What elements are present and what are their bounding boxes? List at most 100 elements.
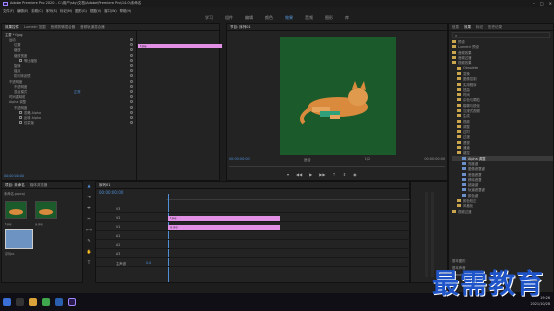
tab-markers[interactable]: 标记 <box>476 25 483 30</box>
reset-icon[interactable] <box>130 100 133 104</box>
type-tool-icon[interactable]: T <box>88 260 90 265</box>
workspace-assembly[interactable]: 组件 <box>225 15 233 21</box>
timeline-track[interactable]: V1 g.jpg <box>96 224 411 231</box>
tab-project[interactable]: 项目: 未命名 <box>5 183 25 188</box>
reset-icon[interactable] <box>130 74 133 78</box>
premiere-taskbar-icon[interactable] <box>68 298 76 306</box>
checkbox[interactable] <box>19 115 22 119</box>
reset-icon[interactable] <box>130 58 133 62</box>
reset-icon[interactable] <box>130 115 133 119</box>
menu-help[interactable]: 帮助(H) <box>120 8 132 13</box>
file-explorer-icon[interactable] <box>29 298 37 306</box>
menu-graphics[interactable]: 图形(G) <box>75 8 87 13</box>
timeline-track[interactable]: A2 <box>96 242 411 249</box>
timeline-ruler[interactable] <box>166 194 411 200</box>
workspace-learn[interactable]: 学习 <box>205 15 213 21</box>
step-forward-icon[interactable]: ▶▶ <box>319 172 325 177</box>
checkbox[interactable] <box>19 110 22 114</box>
reset-icon[interactable] <box>130 84 133 88</box>
slip-tool-icon[interactable]: ⟷ <box>86 227 92 232</box>
selection-tool-icon[interactable]: ▲ <box>87 183 90 188</box>
fit-dropdown[interactable]: 适合 <box>304 157 311 162</box>
reset-icon[interactable] <box>130 79 133 83</box>
timeline-timecode[interactable]: 00:00:00:00 <box>99 190 123 195</box>
timeline-track[interactable]: A1 <box>96 233 411 240</box>
minimize-icon[interactable]: – <box>533 1 535 6</box>
clock-date[interactable]: 2021/10/28 <box>530 301 550 307</box>
razor-tool-icon[interactable]: ✂ <box>87 216 90 221</box>
project-item-thumb[interactable] <box>35 201 57 219</box>
effects-tree-item[interactable]: 视频过渡 <box>452 209 553 214</box>
extract-icon[interactable]: ⇞ <box>343 172 346 177</box>
reset-icon[interactable] <box>130 121 133 125</box>
video-preview[interactable] <box>280 37 396 155</box>
reset-icon[interactable] <box>130 69 133 73</box>
timeline-clip[interactable]: g.jpg <box>168 225 280 230</box>
checkbox[interactable] <box>19 58 22 62</box>
close-icon[interactable]: ✕ <box>549 1 552 6</box>
reset-icon[interactable] <box>130 64 133 68</box>
workspace-libraries[interactable]: 库 <box>345 15 349 21</box>
workspace-editing[interactable]: 编辑 <box>245 15 253 21</box>
workspace-graphics[interactable]: 图形 <box>325 15 333 21</box>
pen-tool-icon[interactable]: ✎ <box>87 238 90 243</box>
reset-icon[interactable] <box>130 48 133 52</box>
browser-icon[interactable] <box>42 298 50 306</box>
menu-clip[interactable]: 剪辑(C) <box>31 8 42 13</box>
reset-icon[interactable] <box>130 43 133 47</box>
timeline-track[interactable]: A3 <box>96 251 411 258</box>
timeline-track[interactable]: 主声道 0.0 <box>96 260 411 267</box>
step-back-icon[interactable]: ◀◀ <box>296 172 302 177</box>
workspace-color[interactable]: 颜色 <box>265 15 273 21</box>
export-frame-icon[interactable]: ◉ <box>353 172 357 177</box>
checkbox[interactable] <box>19 121 22 125</box>
tab-lumetri-scopes[interactable]: Lumetri 范围 <box>24 25 46 30</box>
reset-icon[interactable] <box>130 53 133 57</box>
tab-effects[interactable]: 效果 <box>464 25 471 30</box>
reset-icon[interactable] <box>130 95 133 99</box>
maximize-icon[interactable]: □ <box>540 1 544 6</box>
hand-tool-icon[interactable]: ✋ <box>87 249 92 254</box>
search-icon[interactable] <box>16 298 24 306</box>
menu-edit[interactable]: 编辑(E) <box>17 8 28 13</box>
effect-source-label[interactable]: 主要 * f.jpg <box>5 32 22 37</box>
ripple-edit-icon[interactable]: ⇹ <box>87 205 90 210</box>
menu-file[interactable]: 文件(F) <box>3 8 14 13</box>
tab-info[interactable]: 信息 <box>452 25 459 30</box>
master-volume-value[interactable]: 0.0 <box>146 261 151 265</box>
mark-in-icon[interactable]: ▾ <box>287 172 289 177</box>
project-item-thumb[interactable] <box>5 201 27 219</box>
effect-mini-timeline[interactable]: f.jpg <box>136 31 222 181</box>
windows-start-icon[interactable] <box>3 298 11 306</box>
effect-timecode[interactable]: 00:00:00:00 <box>4 174 24 178</box>
program-timecode-current[interactable]: 00:00:00:00 <box>229 157 250 162</box>
reset-icon[interactable] <box>130 89 133 93</box>
workspace-audio[interactable]: 音频 <box>305 15 313 21</box>
tab-audio-clip-mixer[interactable]: 音频剪辑混合器 <box>51 25 76 30</box>
timeline-clip[interactable]: f.jpg <box>168 216 280 221</box>
reset-icon[interactable] <box>130 38 133 42</box>
program-scrub-bar[interactable] <box>229 164 445 167</box>
menu-sequence[interactable]: 序列(S) <box>46 8 57 13</box>
workspace-effects[interactable]: 效果 <box>285 15 293 21</box>
app-icon[interactable] <box>55 298 63 306</box>
menu-view[interactable]: 视图(V) <box>90 8 101 13</box>
play-icon[interactable]: ▶ <box>309 172 312 177</box>
tab-effect-controls[interactable]: 效果控件 <box>5 25 19 30</box>
project-item-sequence[interactable] <box>5 229 33 249</box>
timeline-track[interactable]: V3 <box>96 206 411 213</box>
reset-icon[interactable] <box>130 110 133 114</box>
menu-marker[interactable]: 标记(M) <box>60 8 72 13</box>
timeline-track[interactable]: V2 f.jpg <box>96 215 411 222</box>
reset-icon[interactable] <box>130 105 133 109</box>
track-select-icon[interactable]: ⇥ <box>87 194 90 199</box>
tab-sequence[interactable]: 序列01 <box>99 183 110 188</box>
tab-audio-track-mixer[interactable]: 音频轨道混合器 <box>80 25 105 30</box>
tab-media-browser[interactable]: 媒体浏览器 <box>30 183 48 188</box>
lift-icon[interactable]: ⇡ <box>332 172 335 177</box>
menu-window[interactable]: 窗口(W) <box>104 8 116 13</box>
tab-history[interactable]: 历史记录 <box>488 25 502 30</box>
tab-program[interactable]: 节目: 序列01 <box>230 25 251 30</box>
effects-search-input[interactable]: ⌕ <box>452 32 550 38</box>
resolution-dropdown[interactable]: 1/2 <box>365 157 370 162</box>
